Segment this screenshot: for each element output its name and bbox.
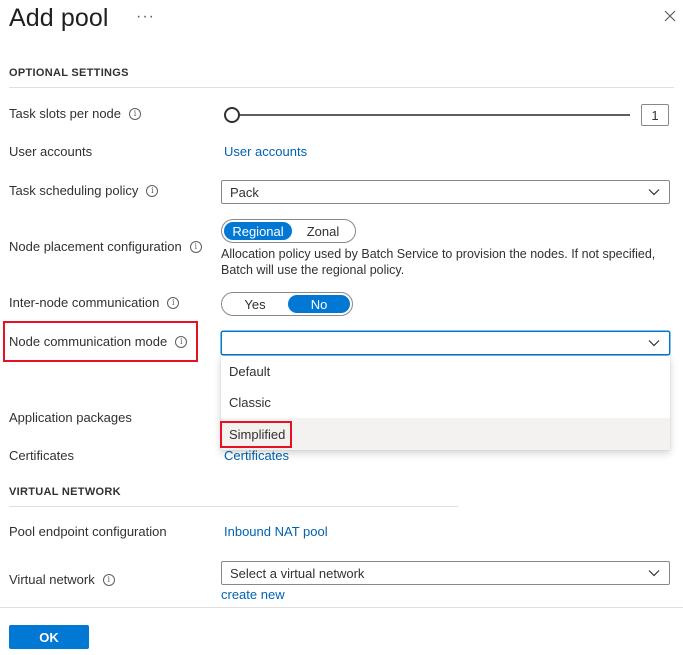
info-icon[interactable]: i — [175, 335, 188, 348]
certificates-label: Certificates — [9, 448, 75, 463]
task-scheduling-value: Pack — [230, 184, 259, 200]
info-icon[interactable]: i — [102, 573, 115, 586]
virtual-network-label: Virtual network i — [9, 572, 115, 587]
node-placement-option-regional[interactable]: Regional — [224, 222, 292, 240]
task-slots-slider-thumb[interactable] — [224, 107, 240, 123]
section-divider — [9, 87, 674, 88]
node-placement-label: Node placement configuration i — [9, 239, 202, 254]
task-slots-value[interactable]: 1 — [641, 104, 669, 126]
task-scheduling-label: Task scheduling policy i — [9, 183, 159, 198]
user-accounts-link[interactable]: User accounts — [224, 144, 307, 159]
callout-box — [220, 421, 292, 448]
inter-node-toggle[interactable]: Yes No — [221, 292, 353, 316]
info-icon[interactable]: i — [146, 184, 159, 197]
chevron-down-icon — [648, 340, 660, 347]
task-slots-slider-track[interactable] — [232, 114, 630, 116]
node-comm-mode-label: Node communication mode i — [9, 334, 188, 349]
menu-option-default[interactable]: Default — [221, 356, 670, 386]
info-icon[interactable]: i — [129, 107, 142, 120]
panel-title: Add pool — [9, 4, 109, 32]
chevron-down-icon — [648, 570, 660, 577]
certificates-link[interactable]: Certificates — [224, 448, 289, 463]
footer-divider — [0, 607, 683, 608]
inter-node-label: Inter-node communication i — [9, 295, 180, 310]
more-options-icon[interactable]: ··· — [136, 8, 155, 26]
optional-settings-heading: OPTIONAL SETTINGS — [9, 67, 129, 79]
virtual-network-heading: VIRTUAL NETWORK — [9, 486, 121, 498]
application-packages-label: Application packages — [9, 410, 132, 425]
create-new-link[interactable]: create new — [221, 587, 285, 602]
section-divider — [9, 506, 458, 507]
virtual-network-placeholder: Select a virtual network — [230, 565, 365, 581]
inbound-nat-pool-link[interactable]: Inbound NAT pool — [224, 524, 328, 539]
menu-option-classic[interactable]: Classic — [221, 386, 670, 418]
task-scheduling-dropdown[interactable]: Pack — [221, 180, 670, 204]
inter-node-option-yes[interactable]: Yes — [224, 295, 286, 313]
close-icon[interactable] — [662, 8, 678, 24]
ok-button[interactable]: OK — [9, 625, 89, 649]
user-accounts-label: User accounts — [9, 144, 93, 159]
inter-node-option-no[interactable]: No — [288, 295, 350, 313]
node-placement-option-zonal[interactable]: Zonal — [294, 222, 352, 240]
pool-endpoint-label: Pool endpoint configuration — [9, 524, 167, 539]
node-comm-mode-dropdown[interactable] — [221, 331, 670, 355]
node-placement-description: Allocation policy used by Batch Service … — [221, 247, 656, 277]
chevron-down-icon — [648, 189, 660, 196]
info-icon[interactable]: i — [189, 240, 202, 253]
task-slots-label: Task slots per node i — [9, 106, 142, 121]
virtual-network-dropdown[interactable]: Select a virtual network — [221, 561, 670, 585]
node-placement-toggle[interactable]: Regional Zonal — [221, 219, 356, 243]
info-icon[interactable]: i — [167, 296, 180, 309]
